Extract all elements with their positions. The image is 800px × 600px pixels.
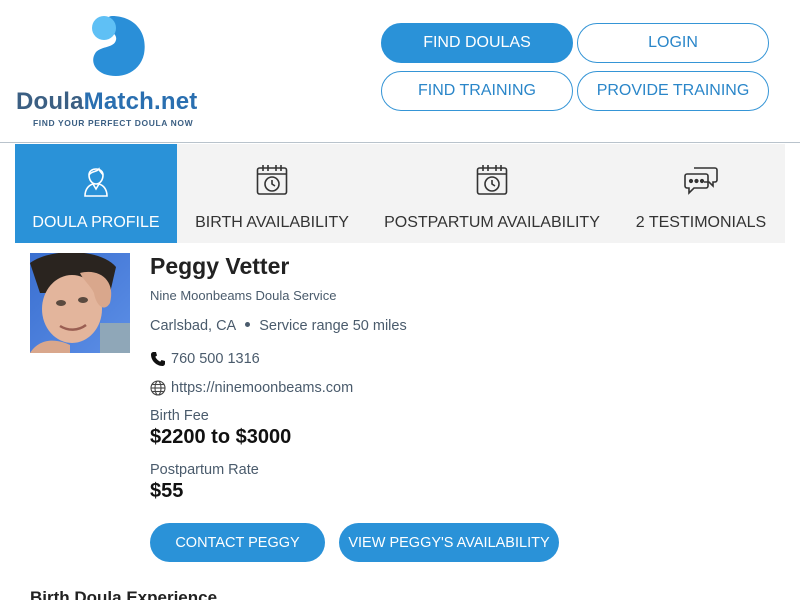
birth-fee-value: $2200 to $3000 — [150, 426, 292, 448]
calendar-clock-icon — [255, 162, 289, 198]
website-line[interactable]: https://ninemoonbeams.com — [150, 380, 353, 396]
logo-tagline: FIND YOUR PERFECT DOULA NOW — [33, 118, 194, 128]
tab-label: 2 TESTIMONIALS — [635, 214, 767, 231]
tab-label: DOULA PROFILE — [32, 214, 160, 231]
website-link[interactable]: https://ninemoonbeams.com — [171, 380, 353, 396]
doula-name: Peggy Vetter — [150, 253, 290, 279]
phone-icon — [150, 351, 166, 367]
doula-photo — [30, 253, 130, 353]
find-training-button[interactable]: FIND TRAINING — [381, 71, 573, 111]
calendar-clock-icon — [475, 162, 509, 198]
find-doulas-button[interactable]: FIND DOULAS — [381, 23, 573, 63]
phone-line[interactable]: 760 500 1316 — [150, 351, 260, 367]
birth-fee-label: Birth Fee — [150, 408, 209, 424]
logo-mark-icon — [92, 16, 145, 76]
postpartum-rate-label: Postpartum Rate — [150, 462, 259, 478]
view-availability-button[interactable]: VIEW PEGGY'S AVAILABILITY — [339, 523, 559, 562]
profile-tabs: DOULA PROFILE BIRTH AVAILABILITY POSTPAR… — [15, 144, 785, 243]
doula-location: Carlsbad, CA — [150, 318, 237, 334]
logo-name-part2: Match.net — [83, 88, 198, 115]
logo-name-part1: Doula — [16, 88, 84, 115]
location-line: Carlsbad, CA Service range 50 miles — [150, 318, 407, 334]
tab-postpartum-availability[interactable]: POSTPARTUM AVAILABILITY — [367, 144, 617, 243]
site-logo[interactable]: DoulaMatch.net FIND YOUR PERFECT DOULA N… — [16, 10, 226, 132]
separator-dot — [245, 321, 251, 327]
tab-label: POSTPARTUM AVAILABILITY — [384, 214, 600, 231]
service-range: Service range 50 miles — [259, 318, 407, 334]
doula-person-icon — [79, 162, 113, 198]
postpartum-rate-value: $55 — [150, 480, 184, 502]
doula-service-name: Nine Moonbeams Doula Service — [150, 288, 337, 303]
experience-heading: Birth Doula Experience — [30, 588, 218, 600]
chat-bubbles-icon — [684, 162, 718, 198]
tab-birth-availability[interactable]: BIRTH AVAILABILITY — [177, 144, 367, 243]
globe-icon — [150, 380, 166, 396]
login-button[interactable]: LOGIN — [577, 23, 769, 63]
logo-wordmark: DoulaMatch.net — [16, 88, 197, 116]
tab-doula-profile[interactable]: DOULA PROFILE — [15, 144, 177, 243]
phone-number: 760 500 1316 — [171, 351, 260, 367]
contact-doula-button[interactable]: CONTACT PEGGY — [150, 523, 325, 562]
tab-testimonials[interactable]: 2 TESTIMONIALS — [617, 144, 785, 243]
tab-label: BIRTH AVAILABILITY — [195, 214, 349, 231]
provide-training-button[interactable]: PROVIDE TRAINING — [577, 71, 769, 111]
site-header: DoulaMatch.net FIND YOUR PERFECT DOULA N… — [0, 0, 800, 143]
